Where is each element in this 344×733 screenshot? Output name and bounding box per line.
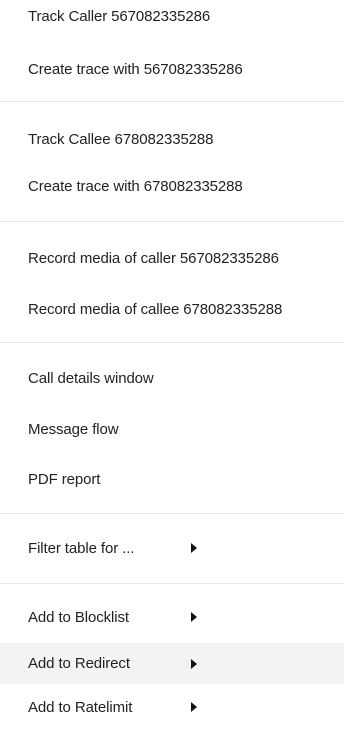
menu-item-label: Message flow [28, 420, 119, 438]
menu-item-label: Call details window [28, 369, 154, 387]
menu-item-message-flow[interactable]: Message flow [0, 412, 344, 446]
menu-item-label: Filter table for ... [28, 539, 135, 557]
menu-item-label: Create trace with 678082335288 [28, 177, 243, 195]
menu-item-add-to-ratelimit[interactable]: Add to Ratelimit [0, 690, 344, 724]
menu-item-call-details-window[interactable]: Call details window [0, 361, 344, 395]
menu-item-track-callee[interactable]: Track Callee 678082335288 [0, 122, 344, 156]
menu-separator [0, 583, 344, 584]
menu-item-label: Add to Ratelimit [28, 698, 133, 716]
menu-item-label: Track Callee 678082335288 [28, 130, 214, 148]
menu-item-label: Add to Blocklist [28, 608, 129, 626]
menu-separator [0, 513, 344, 514]
menu-item-create-trace-callee[interactable]: Create trace with 678082335288 [0, 169, 344, 203]
chevron-right-icon [191, 543, 197, 553]
menu-item-add-to-redirect[interactable]: Add to Redirect [0, 643, 344, 684]
menu-item-record-media-caller[interactable]: Record media of caller 567082335286 [0, 241, 344, 275]
context-menu: Track Caller 567082335286 Create trace w… [0, 0, 344, 733]
menu-item-label: PDF report [28, 470, 101, 488]
menu-item-pdf-report[interactable]: PDF report [0, 462, 344, 496]
menu-item-record-media-callee[interactable]: Record media of callee 678082335288 [0, 292, 344, 326]
menu-item-label: Record media of callee 678082335288 [28, 300, 283, 318]
menu-separator [0, 342, 344, 343]
menu-item-label: Track Caller 567082335286 [28, 7, 211, 25]
chevron-right-icon [191, 612, 197, 622]
chevron-right-icon [191, 658, 197, 669]
menu-item-add-to-blocklist[interactable]: Add to Blocklist [0, 600, 344, 634]
menu-item-track-caller[interactable]: Track Caller 567082335286 [0, 0, 344, 33]
menu-item-create-trace-caller[interactable]: Create trace with 567082335286 [0, 52, 344, 86]
menu-separator [0, 101, 344, 102]
chevron-right-icon [191, 702, 197, 712]
menu-item-label: Add to Redirect [28, 655, 130, 672]
menu-item-label: Create trace with 567082335286 [28, 60, 243, 78]
menu-item-label: Record media of caller 567082335286 [28, 249, 279, 267]
menu-separator [0, 221, 344, 222]
menu-item-filter-table[interactable]: Filter table for ... [0, 531, 344, 565]
